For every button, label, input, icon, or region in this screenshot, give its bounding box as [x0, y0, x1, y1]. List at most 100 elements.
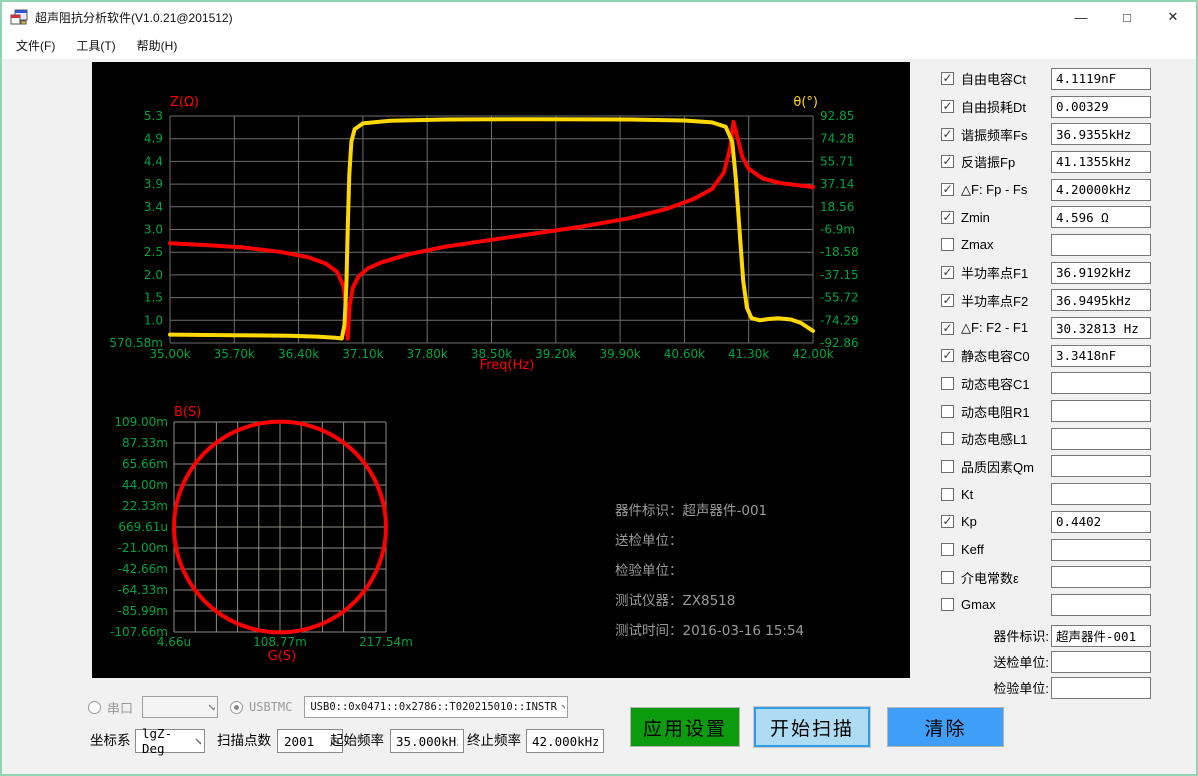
param-value-input[interactable] [1051, 68, 1151, 90]
param-checkbox[interactable]: ✓ [941, 183, 954, 196]
param-value-input[interactable] [1051, 262, 1151, 284]
param-value-input[interactable] [1051, 151, 1151, 173]
param-value-input[interactable] [1051, 345, 1151, 367]
apply-settings-button[interactable]: 应用设置 [630, 707, 740, 747]
clear-button[interactable]: 清除 [887, 707, 1004, 747]
param-value-input[interactable] [1051, 372, 1151, 394]
param-list: ✓自由电容Ct✓自由损耗Dt✓谐振频率Fs✓反谐振Fp✓△F: Fp - Fs✓… [932, 65, 1196, 619]
menu-item-tools[interactable]: 工具(T) [75, 34, 116, 57]
top-ytick-left: 5.3 [144, 109, 163, 123]
top-xtick: 37.10k [342, 347, 383, 361]
param-checkbox[interactable]: ✓ [941, 266, 954, 279]
close-button[interactable]: ✕ [1150, 2, 1196, 32]
param-checkbox[interactable] [941, 543, 954, 556]
param-checkbox[interactable]: ✓ [941, 72, 954, 85]
param-label: Zmax [961, 237, 994, 252]
top-ytick-left: 4.9 [144, 132, 163, 146]
top-xaxis-title: Freq(Hz) [480, 358, 535, 373]
bottom-bar: 串口 USBTMC USB0::0x0471::0x2786::T0202150… [2, 680, 1196, 774]
param-row: ✓△F: Fp - Fs [932, 176, 1196, 204]
menu-item-file[interactable]: 文件(F) [15, 34, 56, 57]
coord-system-select[interactable]: lgZ-Deg [135, 729, 205, 753]
menu-item-help[interactable]: 帮助(H) [136, 34, 179, 57]
param-value-input[interactable] [1051, 511, 1151, 533]
param-row: ✓静态电容C0 [932, 342, 1196, 370]
window-controls: — □ ✕ [1058, 2, 1196, 32]
serial-radio[interactable] [88, 701, 101, 714]
start-freq-input[interactable] [390, 729, 464, 753]
param-row: Keff [932, 536, 1196, 564]
param-value-input[interactable] [1051, 566, 1151, 588]
param-value-input[interactable] [1051, 234, 1151, 256]
top-xtick: 35.70k [214, 347, 255, 361]
id-field-input[interactable] [1051, 651, 1151, 673]
top-ytick-right: 37.14 [820, 177, 854, 191]
bottom-ytick: -64.33m [118, 583, 168, 597]
param-row: ✓ 谐振频率Fs [932, 120, 1196, 148]
param-label: 谐振频率Fs [961, 125, 1027, 144]
bottom-ytick: -42.66m [118, 562, 168, 576]
param-checkbox[interactable]: ✓ [941, 155, 954, 168]
param-checkbox[interactable]: ✓ [941, 128, 954, 141]
param-checkbox[interactable]: ✓ [941, 100, 954, 113]
param-row: 动态电容C1 [932, 370, 1196, 398]
param-value-input[interactable] [1051, 206, 1151, 228]
param-label: 反谐振Fp [961, 152, 1015, 171]
param-value-input[interactable] [1051, 455, 1151, 477]
minimize-button[interactable]: — [1058, 2, 1104, 32]
id-field-row: 送检单位: [932, 649, 1196, 675]
maximize-button[interactable]: □ [1104, 2, 1150, 32]
usbtmc-address-select[interactable]: USB0::0x0471::0x2786::T020215010::INSTR [304, 696, 568, 718]
param-label: 动态电阻R1 [961, 402, 1030, 421]
top-ytick-right: -6.9m [820, 223, 855, 237]
param-checkbox[interactable] [941, 405, 954, 418]
param-checkbox[interactable] [941, 488, 954, 501]
param-value-input[interactable] [1051, 539, 1151, 561]
top-yaxis-right-title: θ(°) [793, 95, 818, 110]
param-checkbox[interactable]: ✓ [941, 515, 954, 528]
param-checkbox[interactable]: ✓ [941, 294, 954, 307]
app-window: 超声阻抗分析软件(V1.0.21@201512) — □ ✕ 文件(F) 工具(… [0, 0, 1198, 776]
bottom-ytick: 669.61u [118, 520, 168, 534]
param-value-input[interactable] [1051, 594, 1151, 616]
serial-port-select[interactable] [142, 696, 218, 718]
param-checkbox[interactable] [941, 571, 954, 584]
param-value-input[interactable] [1051, 123, 1151, 145]
bottom-ytick: 44.00m [122, 478, 168, 492]
param-value-input[interactable] [1051, 483, 1151, 505]
param-checkbox[interactable] [941, 432, 954, 445]
param-label: 动态电感L1 [961, 429, 1027, 448]
top-ytick-left: 2.5 [144, 245, 163, 259]
plot-panel: 5.392.8535.00k4.974.2835.70k4.455.7136.4… [92, 62, 910, 678]
menubar: 文件(F) 工具(T) 帮助(H) [2, 32, 1196, 60]
param-row: 动态电阻R1 [932, 397, 1196, 425]
info-line: 送检单位： [615, 533, 683, 549]
param-value-input[interactable] [1051, 317, 1151, 339]
id-field-label: 器件标识: [993, 626, 1049, 645]
param-checkbox[interactable] [941, 377, 954, 390]
param-row: ✓△F: F2 - F1 [932, 314, 1196, 342]
param-checkbox[interactable] [941, 598, 954, 611]
param-row: ✓半功率点F2 [932, 287, 1196, 315]
stop-freq-input[interactable] [526, 729, 604, 753]
top-ytick-right: -74.29 [820, 313, 859, 327]
param-value-input[interactable] [1051, 179, 1151, 201]
param-value-input[interactable] [1051, 96, 1151, 118]
param-checkbox[interactable] [941, 460, 954, 473]
bottom-ytick: 22.33m [122, 499, 168, 513]
param-checkbox[interactable]: ✓ [941, 322, 954, 335]
param-row: ✓半功率点F1 [932, 259, 1196, 287]
param-checkbox[interactable]: ✓ [941, 211, 954, 224]
id-field-input[interactable] [1051, 625, 1151, 647]
param-label: 品质因素Qm [961, 457, 1034, 476]
param-value-input[interactable] [1051, 289, 1151, 311]
param-value-input[interactable] [1051, 400, 1151, 422]
app-icon [10, 9, 28, 25]
param-checkbox[interactable]: ✓ [941, 349, 954, 362]
param-checkbox[interactable] [941, 238, 954, 251]
start-scan-button[interactable]: 开始扫描 [754, 707, 870, 747]
param-value-input[interactable] [1051, 428, 1151, 450]
usbtmc-radio[interactable] [230, 701, 243, 714]
bottom-ytick: -85.99m [118, 604, 168, 618]
top-xtick: 41.30k [728, 347, 769, 361]
